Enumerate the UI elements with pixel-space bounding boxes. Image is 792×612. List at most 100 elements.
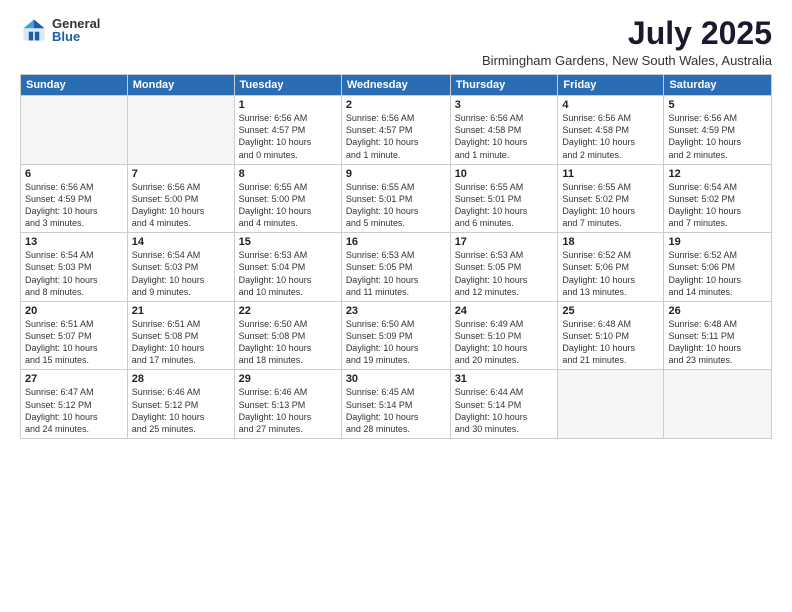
day-number: 7 xyxy=(132,168,230,180)
calendar-cell: 1Sunrise: 6:56 AMSunset: 4:57 PMDaylight… xyxy=(234,96,341,165)
day-number: 24 xyxy=(455,305,554,317)
day-info: Sunrise: 6:52 AMSunset: 5:06 PMDaylight:… xyxy=(562,249,659,298)
day-info: Sunrise: 6:55 AMSunset: 5:01 PMDaylight:… xyxy=(346,181,446,230)
calendar-cell: 27Sunrise: 6:47 AMSunset: 5:12 PMDayligh… xyxy=(21,370,128,439)
day-number: 4 xyxy=(562,99,659,111)
calendar-cell: 12Sunrise: 6:54 AMSunset: 5:02 PMDayligh… xyxy=(664,164,772,233)
day-number: 22 xyxy=(239,305,337,317)
calendar-cell: 30Sunrise: 6:45 AMSunset: 5:14 PMDayligh… xyxy=(341,370,450,439)
calendar-cell: 5Sunrise: 6:56 AMSunset: 4:59 PMDaylight… xyxy=(664,96,772,165)
day-info: Sunrise: 6:55 AMSunset: 5:00 PMDaylight:… xyxy=(239,181,337,230)
col-tuesday: Tuesday xyxy=(234,75,341,96)
day-number: 8 xyxy=(239,168,337,180)
day-info: Sunrise: 6:44 AMSunset: 5:14 PMDaylight:… xyxy=(455,386,554,435)
calendar-cell: 18Sunrise: 6:52 AMSunset: 5:06 PMDayligh… xyxy=(558,233,664,302)
day-info: Sunrise: 6:56 AMSunset: 4:57 PMDaylight:… xyxy=(239,112,337,161)
day-number: 6 xyxy=(25,168,123,180)
day-info: Sunrise: 6:54 AMSunset: 5:02 PMDaylight:… xyxy=(668,181,767,230)
calendar-cell: 31Sunrise: 6:44 AMSunset: 5:14 PMDayligh… xyxy=(450,370,558,439)
col-monday: Monday xyxy=(127,75,234,96)
calendar-cell xyxy=(558,370,664,439)
day-number: 28 xyxy=(132,373,230,385)
day-number: 13 xyxy=(25,236,123,248)
day-info: Sunrise: 6:56 AMSunset: 4:57 PMDaylight:… xyxy=(346,112,446,161)
day-info: Sunrise: 6:53 AMSunset: 5:05 PMDaylight:… xyxy=(346,249,446,298)
page-header: General Blue July 2025 Birmingham Garden… xyxy=(20,16,772,68)
calendar-cell: 20Sunrise: 6:51 AMSunset: 5:07 PMDayligh… xyxy=(21,301,128,370)
logo-text: General Blue xyxy=(52,17,100,43)
calendar-cell: 14Sunrise: 6:54 AMSunset: 5:03 PMDayligh… xyxy=(127,233,234,302)
day-number: 15 xyxy=(239,236,337,248)
day-info: Sunrise: 6:46 AMSunset: 5:12 PMDaylight:… xyxy=(132,386,230,435)
col-wednesday: Wednesday xyxy=(341,75,450,96)
day-info: Sunrise: 6:56 AMSunset: 4:59 PMDaylight:… xyxy=(668,112,767,161)
calendar-week-row: 6Sunrise: 6:56 AMSunset: 4:59 PMDaylight… xyxy=(21,164,772,233)
day-info: Sunrise: 6:49 AMSunset: 5:10 PMDaylight:… xyxy=(455,318,554,367)
calendar-cell: 26Sunrise: 6:48 AMSunset: 5:11 PMDayligh… xyxy=(664,301,772,370)
location-subtitle: Birmingham Gardens, New South Wales, Aus… xyxy=(482,53,772,68)
day-number: 30 xyxy=(346,373,446,385)
day-number: 18 xyxy=(562,236,659,248)
day-info: Sunrise: 6:47 AMSunset: 5:12 PMDaylight:… xyxy=(25,386,123,435)
day-info: Sunrise: 6:50 AMSunset: 5:09 PMDaylight:… xyxy=(346,318,446,367)
day-number: 25 xyxy=(562,305,659,317)
day-number: 14 xyxy=(132,236,230,248)
day-info: Sunrise: 6:45 AMSunset: 5:14 PMDaylight:… xyxy=(346,386,446,435)
day-info: Sunrise: 6:50 AMSunset: 5:08 PMDaylight:… xyxy=(239,318,337,367)
calendar-cell: 23Sunrise: 6:50 AMSunset: 5:09 PMDayligh… xyxy=(341,301,450,370)
calendar-cell: 3Sunrise: 6:56 AMSunset: 4:58 PMDaylight… xyxy=(450,96,558,165)
calendar-cell: 19Sunrise: 6:52 AMSunset: 5:06 PMDayligh… xyxy=(664,233,772,302)
calendar-page: General Blue July 2025 Birmingham Garden… xyxy=(0,0,792,612)
calendar-week-row: 13Sunrise: 6:54 AMSunset: 5:03 PMDayligh… xyxy=(21,233,772,302)
calendar-cell: 25Sunrise: 6:48 AMSunset: 5:10 PMDayligh… xyxy=(558,301,664,370)
day-number: 29 xyxy=(239,373,337,385)
day-number: 1 xyxy=(239,99,337,111)
day-info: Sunrise: 6:56 AMSunset: 4:58 PMDaylight:… xyxy=(562,112,659,161)
day-number: 17 xyxy=(455,236,554,248)
day-number: 27 xyxy=(25,373,123,385)
calendar-week-row: 20Sunrise: 6:51 AMSunset: 5:07 PMDayligh… xyxy=(21,301,772,370)
day-info: Sunrise: 6:51 AMSunset: 5:08 PMDaylight:… xyxy=(132,318,230,367)
day-number: 3 xyxy=(455,99,554,111)
day-number: 2 xyxy=(346,99,446,111)
calendar-cell: 4Sunrise: 6:56 AMSunset: 4:58 PMDaylight… xyxy=(558,96,664,165)
calendar-cell: 16Sunrise: 6:53 AMSunset: 5:05 PMDayligh… xyxy=(341,233,450,302)
calendar-week-row: 1Sunrise: 6:56 AMSunset: 4:57 PMDaylight… xyxy=(21,96,772,165)
day-info: Sunrise: 6:52 AMSunset: 5:06 PMDaylight:… xyxy=(668,249,767,298)
calendar-header-row: Sunday Monday Tuesday Wednesday Thursday… xyxy=(21,75,772,96)
calendar-cell: 28Sunrise: 6:46 AMSunset: 5:12 PMDayligh… xyxy=(127,370,234,439)
calendar-cell: 10Sunrise: 6:55 AMSunset: 5:01 PMDayligh… xyxy=(450,164,558,233)
day-number: 16 xyxy=(346,236,446,248)
calendar-cell: 29Sunrise: 6:46 AMSunset: 5:13 PMDayligh… xyxy=(234,370,341,439)
day-info: Sunrise: 6:46 AMSunset: 5:13 PMDaylight:… xyxy=(239,386,337,435)
col-saturday: Saturday xyxy=(664,75,772,96)
calendar-cell xyxy=(664,370,772,439)
col-thursday: Thursday xyxy=(450,75,558,96)
title-section: July 2025 Birmingham Gardens, New South … xyxy=(482,16,772,68)
day-info: Sunrise: 6:55 AMSunset: 5:02 PMDaylight:… xyxy=(562,181,659,230)
col-sunday: Sunday xyxy=(21,75,128,96)
day-number: 21 xyxy=(132,305,230,317)
calendar-cell: 22Sunrise: 6:50 AMSunset: 5:08 PMDayligh… xyxy=(234,301,341,370)
day-number: 26 xyxy=(668,305,767,317)
day-info: Sunrise: 6:48 AMSunset: 5:11 PMDaylight:… xyxy=(668,318,767,367)
day-info: Sunrise: 6:56 AMSunset: 4:58 PMDaylight:… xyxy=(455,112,554,161)
logo-icon xyxy=(20,16,48,44)
calendar-cell: 24Sunrise: 6:49 AMSunset: 5:10 PMDayligh… xyxy=(450,301,558,370)
day-number: 31 xyxy=(455,373,554,385)
day-info: Sunrise: 6:53 AMSunset: 5:04 PMDaylight:… xyxy=(239,249,337,298)
day-number: 11 xyxy=(562,168,659,180)
day-number: 5 xyxy=(668,99,767,111)
day-info: Sunrise: 6:54 AMSunset: 5:03 PMDaylight:… xyxy=(132,249,230,298)
logo: General Blue xyxy=(20,16,100,44)
calendar-cell: 17Sunrise: 6:53 AMSunset: 5:05 PMDayligh… xyxy=(450,233,558,302)
day-info: Sunrise: 6:54 AMSunset: 5:03 PMDaylight:… xyxy=(25,249,123,298)
calendar-week-row: 27Sunrise: 6:47 AMSunset: 5:12 PMDayligh… xyxy=(21,370,772,439)
day-info: Sunrise: 6:53 AMSunset: 5:05 PMDaylight:… xyxy=(455,249,554,298)
calendar-cell: 8Sunrise: 6:55 AMSunset: 5:00 PMDaylight… xyxy=(234,164,341,233)
day-number: 10 xyxy=(455,168,554,180)
logo-blue: Blue xyxy=(52,30,100,43)
calendar-cell: 2Sunrise: 6:56 AMSunset: 4:57 PMDaylight… xyxy=(341,96,450,165)
calendar-cell: 11Sunrise: 6:55 AMSunset: 5:02 PMDayligh… xyxy=(558,164,664,233)
calendar-cell xyxy=(21,96,128,165)
